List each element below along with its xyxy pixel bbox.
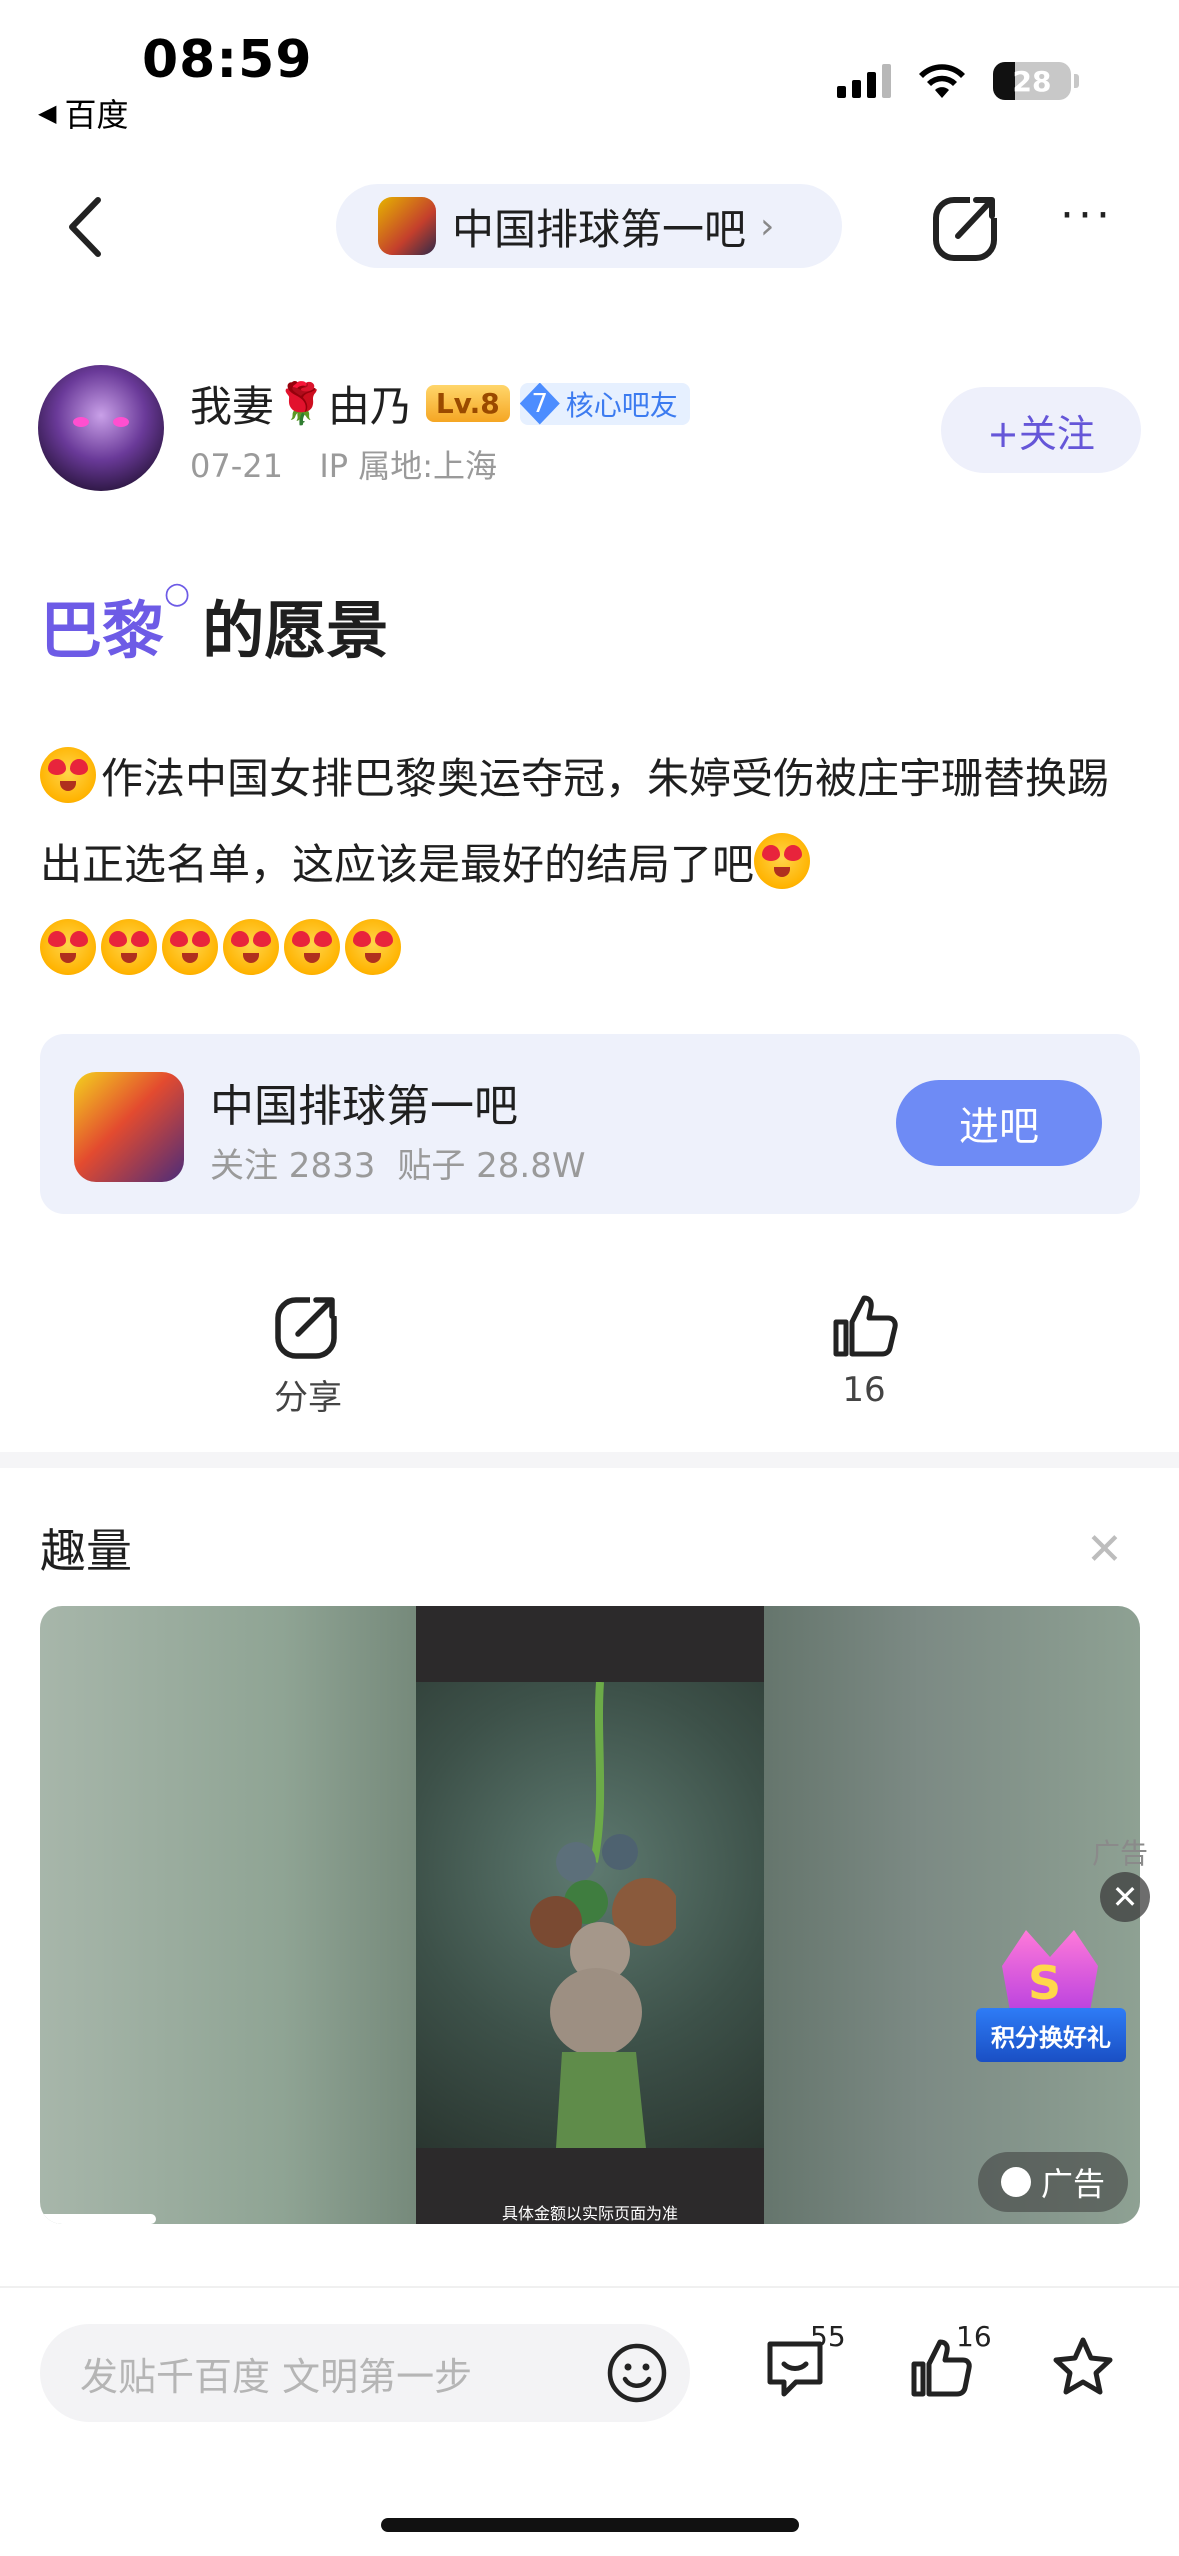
enter-forum-button[interactable]: 进吧 — [896, 1080, 1102, 1166]
chevron-left-icon[interactable] — [58, 192, 118, 262]
level-badge: Lv.8 — [425, 385, 510, 422]
heart-eyes-emoji-icon — [754, 833, 811, 889]
share-icon — [275, 1292, 340, 1359]
core-member-label: 核心吧友 — [565, 388, 678, 422]
share-icon[interactable] — [930, 190, 1004, 264]
post-body-text: 作法中国女排巴黎奥运夺冠，朱婷受伤被庄宇珊替换踢出正选名单，这应该是最好的结局了… — [40, 754, 1110, 889]
chevron-right-icon: › — [760, 205, 775, 247]
follow-button[interactable]: +关注 — [941, 387, 1141, 473]
like-count: 16 — [842, 1370, 886, 1410]
post-date: 07-21 — [190, 447, 283, 485]
forum-card-stats: 关注 2833 贴子 28.8W — [210, 1138, 585, 1187]
compose-input[interactable]: 发贴千百度 文明第一步 — [40, 2324, 690, 2422]
like-action[interactable]: 16 — [774, 1290, 954, 1410]
search-icon: ○ — [164, 576, 191, 611]
ad-tag-label: 广告 — [1040, 2165, 1105, 2203]
status-time: 08:59 — [142, 30, 313, 90]
gift-letter: S — [1028, 1956, 1062, 2010]
forum-link-pill[interactable]: 中国排球第一吧 › — [336, 184, 842, 268]
comment-button[interactable]: 55 — [762, 2320, 852, 2414]
close-icon[interactable]: ✕ — [1086, 1524, 1123, 1575]
ad-progress-bar — [40, 2214, 156, 2224]
ad-header: 趣量 — [40, 1524, 132, 1578]
charm-illustration — [530, 1682, 676, 2148]
status-icons: 28 — [837, 62, 1079, 100]
emoji-icon[interactable] — [606, 2342, 668, 2404]
wifi-icon — [919, 64, 965, 98]
like-count: 16 — [956, 2320, 992, 2353]
gift-label: 积分换好礼 — [976, 2008, 1126, 2062]
back-app-label: 百度 — [64, 96, 129, 134]
compose-placeholder: 发贴千百度 文明第一步 — [80, 2354, 473, 2399]
title-rest: 的愿景 — [202, 594, 389, 667]
comment-count: 55 — [810, 2320, 846, 2353]
forum-followers: 关注 2833 — [210, 1146, 376, 1186]
ip-location: IP 属地:上海 — [319, 447, 498, 485]
heart-eyes-emoji-icon — [101, 919, 157, 975]
heart-eyes-emoji-icon — [223, 919, 279, 975]
star-icon — [1053, 2337, 1113, 2395]
share-label: 分享 — [274, 1378, 342, 1418]
heart-eyes-emoji-icon — [40, 747, 96, 803]
more-icon[interactable]: ··· — [1060, 190, 1114, 241]
status-bar: 08:59 ◀ 百度 28 — [0, 0, 1179, 150]
ad-label: 广告 — [1092, 1837, 1149, 1870]
heart-eyes-emoji-icon — [40, 919, 96, 975]
ad-caption: 具体金额以实际页面为准 — [501, 2204, 678, 2223]
back-to-app-link[interactable]: ◀ 百度 — [38, 90, 128, 136]
heart-eyes-emoji-icon — [162, 919, 218, 975]
forum-name: 中国排球第一吧 — [452, 204, 747, 254]
avatar[interactable] — [38, 365, 164, 491]
section-divider — [0, 1452, 1179, 1468]
author-meta: 07-21 IP 属地:上海 — [190, 441, 497, 487]
like-button[interactable]: 16 — [908, 2320, 998, 2414]
post-title: 巴黎 ○ 的愿景 — [40, 576, 389, 670]
forum-card-name: 中国排球第一吧 — [210, 1081, 518, 1132]
ad-tag[interactable]: 广告 — [978, 2152, 1128, 2212]
rose-icon: 🌹 — [276, 381, 326, 427]
bottom-bar: 发贴千百度 文明第一步 55 16 — [0, 2286, 1179, 2556]
share-action[interactable]: 分享 — [218, 1290, 398, 1419]
favorite-button[interactable] — [1050, 2334, 1140, 2414]
top-nav: 中国排球第一吧 › ··· — [0, 170, 1179, 280]
post-actions: 分享 16 — [0, 1290, 1179, 1440]
home-indicator — [381, 2518, 799, 2532]
points-gift-widget[interactable]: S 积分换好礼 — [972, 1930, 1128, 2070]
author-row: 我妻 🌹 由乃 Lv.8 7 核心吧友 07-21 IP 属地:上海 +关注 — [38, 365, 1141, 495]
battery-indicator: 28 — [993, 62, 1079, 100]
diamond-icon: 7 — [519, 382, 560, 425]
back-triangle-icon: ◀ — [38, 99, 57, 127]
ad-product-image — [416, 1682, 764, 2148]
author-name-part1: 我妻 — [190, 382, 275, 431]
thumbs-up-icon — [833, 1295, 898, 1357]
title-topic-link[interactable]: 巴黎 — [40, 580, 164, 670]
heart-eyes-emoji-icon — [345, 919, 401, 975]
post-body: 作法中国女排巴黎奥运夺冠，朱婷受伤被庄宇珊替换踢出正选名单，这应该是最好的结局了… — [40, 736, 1150, 994]
author-name[interactable]: 我妻 🌹 由乃 Lv.8 7 核心吧友 — [190, 373, 690, 434]
core-member-badge: 7 核心吧友 — [519, 382, 690, 425]
forum-card-thumbnail — [74, 1072, 184, 1182]
cellular-signal-icon — [837, 64, 891, 98]
heart-eyes-emoji-icon — [284, 919, 340, 975]
close-icon[interactable]: ✕ — [1100, 1872, 1150, 1922]
forum-posts: 贴子 28.8W — [397, 1146, 586, 1186]
ad-video[interactable]: 具体金额以实际页面为准 — [40, 1606, 1140, 2224]
cloud-icon — [1000, 2167, 1031, 2197]
forum-thumbnail — [378, 197, 436, 255]
battery-text: 28 — [1012, 64, 1052, 98]
author-name-part2: 由乃 — [327, 382, 412, 431]
forum-card[interactable]: 中国排球第一吧 关注 2833 贴子 28.8W 进吧 — [40, 1034, 1140, 1214]
